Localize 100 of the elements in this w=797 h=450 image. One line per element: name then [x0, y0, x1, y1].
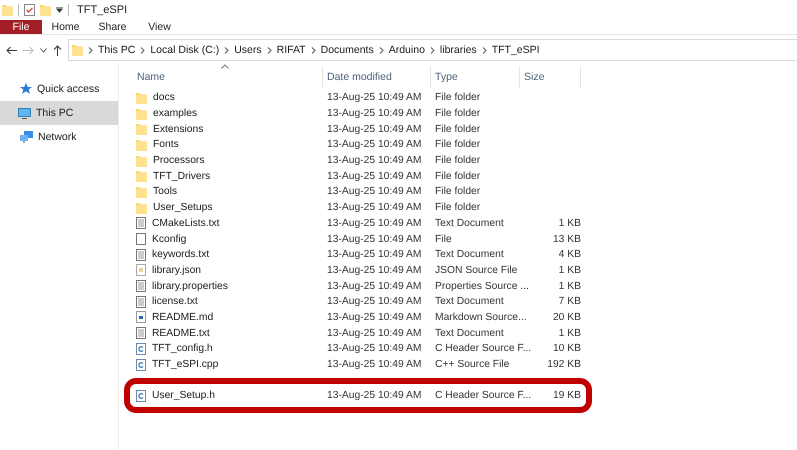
type-cell-text: Properties Source ... — [434, 280, 527, 292]
breadcrumb[interactable]: libraries — [440, 44, 477, 56]
date-cell-text: 13-Aug-25 10:49 AM — [326, 296, 422, 308]
file-name[interactable]: Kconfig — [152, 234, 186, 245]
file-name[interactable]: README.md — [152, 312, 214, 323]
breadcrumb[interactable]: TFT_eSPI — [492, 44, 540, 56]
up-arrow-icon[interactable] — [53, 44, 62, 56]
file-name[interactable]: User_Setup.h — [152, 390, 215, 402]
breadcrumb[interactable]: RIFAT — [276, 44, 306, 56]
chevron-right-icon — [266, 46, 272, 54]
folder-icon — [136, 170, 147, 182]
file-row[interactable]: README.txt 13-Aug-25 10:49 AM Text Document 1 KB — [131, 325, 581, 341]
file-row[interactable]: TFT_eSPI.cpp 13-Aug-25 10:49 AM C++ Source File 192 KB — [131, 356, 581, 372]
column-header[interactable]: Date modified — [323, 66, 431, 88]
type-cell-text: File folder — [434, 92, 482, 104]
file-row[interactable]: TFT_config.h 13-Aug-25 10:49 AM C Header Source F... 10 KB — [131, 341, 581, 357]
dropdown-icon[interactable] — [56, 7, 63, 13]
network-icon — [20, 131, 33, 143]
date-cell-text: 13-Aug-25 10:49 AM — [326, 139, 422, 150]
file-name[interactable]: TFT_config.h — [152, 343, 213, 354]
ribbon-tab[interactable]: View — [136, 20, 183, 34]
file-row[interactable]: library.json 13-Aug-25 10:49 AM JSON Source File 1 KB — [131, 262, 581, 278]
file-row[interactable]: Extensions 13-Aug-25 10:49 AM File folder — [131, 121, 581, 138]
date-cell-text: 13-Aug-25 10:49 AM — [326, 343, 422, 354]
size-cell-text: 1 KB — [558, 264, 581, 276]
folder-icon — [40, 4, 51, 16]
file-row[interactable]: docs 13-Aug-25 10:49 AM File folder — [131, 90, 581, 106]
file-name[interactable]: Fonts — [153, 139, 179, 150]
highlighted-row[interactable]: User_Setup.h 13-Aug-25 10:49 AM C Header Source F... 19 KB — [124, 378, 592, 414]
checklist-icon[interactable] — [24, 4, 35, 16]
date-cell-text: 13-Aug-25 10:49 AM — [326, 186, 422, 198]
file-name[interactable]: Tools — [153, 186, 178, 198]
column-header[interactable]: Size — [520, 66, 581, 88]
file-name[interactable]: examples — [153, 108, 198, 120]
file-row[interactable]: library.properties 13-Aug-25 10:49 AM Properties Source ... 1 KB — [131, 278, 581, 294]
document-icon — [136, 248, 146, 261]
file-name[interactable]: Processors — [153, 155, 204, 166]
file-name[interactable]: README.txt — [152, 328, 210, 339]
file-row[interactable]: examples 13-Aug-25 10:49 AM File folder — [131, 106, 581, 122]
breadcrumb[interactable]: Documents — [320, 44, 374, 56]
file-row[interactable]: CMakeLists.txt 13-Aug-25 10:49 AM Text Document 1 KB — [131, 216, 581, 232]
ribbon-tab[interactable]: Share — [89, 20, 136, 34]
file-row[interactable]: Tools 13-Aug-25 10:49 AM File folder — [131, 184, 581, 200]
c-source-file-icon — [136, 358, 146, 371]
sidebar-item[interactable]: This PC — [0, 101, 118, 125]
file-row[interactable]: Processors 13-Aug-25 10:49 AM File folder — [131, 152, 581, 168]
size-cell-text: 192 KB — [546, 359, 581, 370]
file-name[interactable]: TFT_eSPI.cpp — [152, 359, 218, 370]
chevron-down-icon[interactable] — [40, 48, 47, 52]
file-row[interactable]: keywords.txt 13-Aug-25 10:49 AM Text Document 4 KB — [131, 246, 581, 263]
document-icon — [136, 217, 146, 230]
computer-icon — [18, 108, 31, 118]
type-cell-text: File — [434, 234, 453, 245]
type-cell-text: Markdown Source... — [434, 312, 527, 323]
sidebar-item[interactable]: Network — [0, 125, 118, 149]
date-cell-text: 13-Aug-25 10:49 AM — [326, 234, 422, 245]
file-row[interactable]: README.md 13-Aug-25 10:49 AM Markdown Source... 20 KB — [131, 310, 581, 326]
column-header[interactable]: Name — [131, 66, 323, 88]
json-file-icon — [136, 264, 146, 276]
file-row[interactable]: license.txt 13-Aug-25 10:49 AM Text Document 7 KB — [131, 294, 581, 310]
date-cell-text: 13-Aug-25 10:49 AM — [326, 155, 422, 166]
breadcrumb[interactable]: Local Disk (C:) — [150, 44, 220, 56]
type-cell-text: File folder — [434, 108, 482, 120]
size-cell-text: 4 KB — [558, 249, 581, 260]
file-name[interactable]: license.txt — [152, 296, 198, 308]
back-arrow-icon[interactable] — [6, 46, 17, 54]
file-name[interactable]: keywords.txt — [152, 249, 210, 260]
size-cell-text: 7 KB — [558, 296, 581, 308]
folder-icon — [72, 44, 83, 56]
date-cell-text: 13-Aug-25 10:49 AM — [326, 170, 422, 182]
breadcrumb[interactable]: Arduino — [388, 44, 425, 56]
star-icon — [20, 83, 32, 95]
chevron-right-icon — [482, 46, 487, 54]
sort-ascending-icon[interactable] — [221, 64, 229, 69]
file-name[interactable]: TFT_Drivers — [153, 170, 210, 182]
file-name[interactable]: CMakeLists.txt — [152, 218, 220, 229]
document-icon — [136, 296, 146, 308]
column-header[interactable]: Type — [431, 66, 520, 88]
file-name[interactable]: docs — [153, 92, 175, 104]
file-row[interactable]: User_Setups 13-Aug-25 10:49 AM File folder — [131, 200, 581, 216]
file-row[interactable]: Kconfig 13-Aug-25 10:49 AM File 13 KB — [131, 231, 581, 247]
address-bar[interactable]: This PC Local Disk (C:) Users RIFAT Documents Arduino libraries TFT_eSPI — [68, 39, 797, 61]
file-row[interactable]: TFT_Drivers 13-Aug-25 10:49 AM File folder — [131, 168, 581, 184]
ribbon-tab[interactable]: File — [0, 20, 42, 34]
type-cell-text: File folder — [434, 186, 482, 198]
breadcrumb[interactable]: This PC — [98, 44, 136, 56]
type-cell-text: C++ Source File — [434, 359, 510, 370]
breadcrumb[interactable]: Users — [234, 44, 262, 56]
folder-icon — [136, 92, 147, 104]
file-name[interactable]: library.properties — [152, 280, 228, 292]
file-name[interactable]: library.json — [152, 264, 202, 276]
date-cell-text: 13-Aug-25 10:49 AM — [326, 124, 422, 135]
size-cell-text: 1 KB — [558, 218, 581, 229]
ribbon-tab[interactable]: Home — [42, 20, 89, 34]
file-name[interactable]: User_Setups — [153, 202, 213, 214]
file-name[interactable]: Extensions — [153, 124, 204, 135]
sidebar-item[interactable]: Quick access — [0, 77, 118, 101]
type-cell-text: Text Document — [434, 328, 505, 339]
file-row[interactable]: Fonts 13-Aug-25 10:49 AM File folder — [131, 137, 581, 153]
folder-icon — [136, 108, 147, 120]
